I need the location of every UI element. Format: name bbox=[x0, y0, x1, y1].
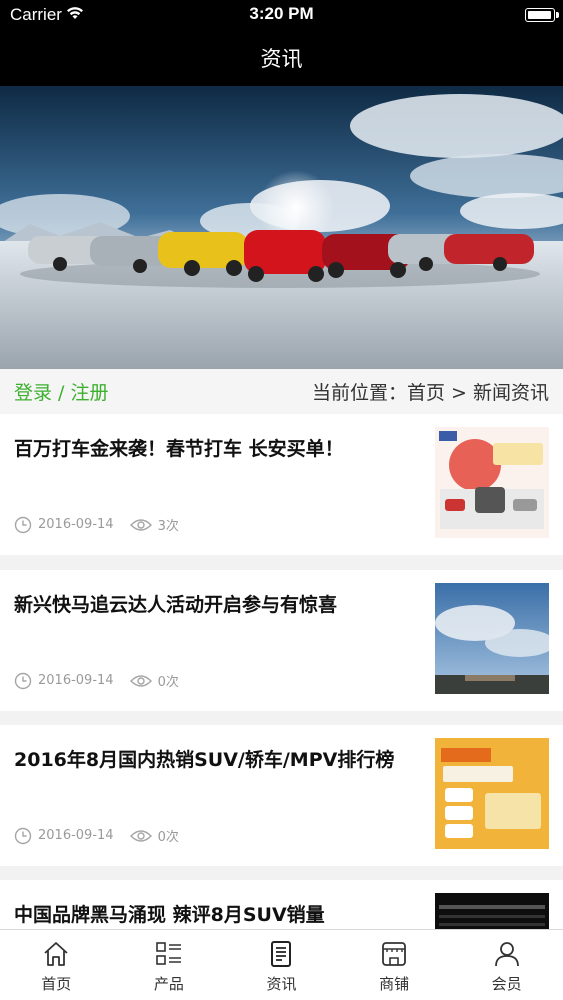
breadcrumb-home-link[interactable]: 首页 bbox=[407, 382, 445, 404]
clock: 3:20 PM bbox=[249, 4, 314, 23]
tab-member[interactable]: 会员 bbox=[450, 930, 563, 1000]
news-date: 2016-09-14 bbox=[38, 673, 114, 688]
register-link[interactable]: 注册 bbox=[71, 382, 109, 404]
eye-icon bbox=[129, 829, 152, 842]
news-thumbnail bbox=[435, 583, 549, 694]
tab-label: 产品 bbox=[153, 975, 184, 993]
user-icon bbox=[492, 940, 522, 972]
news-thumbnail bbox=[435, 427, 549, 538]
news-date: 2016-09-14 bbox=[38, 828, 114, 843]
home-icon bbox=[41, 940, 71, 972]
navigation-bar: 资讯 bbox=[0, 30, 563, 86]
tab-products[interactable]: 产品 bbox=[113, 930, 226, 1000]
tab-label: 商铺 bbox=[379, 975, 410, 993]
hero-banner-image bbox=[0, 86, 563, 369]
eye-icon bbox=[129, 518, 152, 531]
login-link[interactable]: 登录 bbox=[14, 382, 52, 404]
news-list-item[interactable]: 百万打车金来袭！春节打车 长安买单！ 2016-09-14 3次 bbox=[0, 414, 563, 555]
bottom-tab-bar: 首页 产品 资讯 商铺 会员 bbox=[0, 929, 563, 1000]
tab-news[interactable]: 资讯 bbox=[225, 930, 338, 1000]
news-title: 新兴快马追云达人活动开启参与有惊喜 bbox=[14, 594, 338, 616]
clock-icon bbox=[14, 672, 32, 689]
news-document-icon bbox=[266, 940, 296, 972]
breadcrumb: 当前位置：首页 > 新闻资讯 bbox=[312, 378, 549, 405]
news-list-item[interactable]: 新兴快马追云达人活动开启参与有惊喜 2016-09-14 0次 bbox=[0, 570, 563, 711]
news-views: 0次 bbox=[157, 830, 179, 845]
tab-label: 资讯 bbox=[266, 975, 297, 993]
news-thumbnail bbox=[435, 738, 549, 849]
news-title: 2016年8月国内热销SUV/轿车/MPV排行榜 bbox=[14, 749, 395, 771]
account-separator: / bbox=[52, 382, 71, 404]
news-title: 百万打车金来袭！春节打车 长安买单！ bbox=[14, 438, 344, 460]
status-bar: Carrier 3:20 PM bbox=[0, 0, 563, 30]
news-meta: 2016-09-14 0次 bbox=[14, 671, 179, 690]
eye-icon bbox=[129, 674, 152, 687]
breadcrumb-separator: > bbox=[444, 382, 473, 404]
tab-label: 首页 bbox=[41, 975, 72, 993]
breadcrumb-bar: 登录 / 注册 当前位置：首页 > 新闻资讯 bbox=[0, 369, 563, 414]
account-links: 登录 / 注册 bbox=[14, 378, 109, 405]
news-list-item[interactable]: 2016年8月国内热销SUV/轿车/MPV排行榜 2016-09-14 0次 bbox=[0, 725, 563, 866]
battery-fill bbox=[528, 11, 551, 19]
product-grid-icon bbox=[154, 940, 184, 972]
news-date: 2016-09-14 bbox=[38, 517, 114, 532]
news-meta: 2016-09-14 0次 bbox=[14, 826, 179, 845]
clock-icon bbox=[14, 516, 32, 533]
breadcrumb-label: 当前位置： bbox=[311, 382, 407, 404]
battery-icon bbox=[525, 8, 559, 22]
page-title: 资讯 bbox=[260, 47, 303, 71]
store-icon bbox=[379, 940, 409, 972]
screen: Carrier 3:20 PM 资讯 登录 / 注册 当前位置：首页 > 新闻资… bbox=[0, 0, 563, 1000]
tab-home[interactable]: 首页 bbox=[0, 930, 113, 1000]
clock-icon bbox=[14, 827, 32, 844]
hero-banner[interactable] bbox=[0, 86, 563, 369]
breadcrumb-current: 新闻资讯 bbox=[472, 382, 549, 404]
news-views: 3次 bbox=[157, 519, 179, 534]
news-views: 0次 bbox=[157, 675, 179, 690]
tab-store[interactable]: 商铺 bbox=[338, 930, 451, 1000]
news-title: 中国品牌黑马涌现 辣评8月SUV销量 bbox=[14, 904, 325, 926]
tab-label: 会员 bbox=[491, 975, 522, 993]
news-meta: 2016-09-14 3次 bbox=[14, 515, 179, 534]
